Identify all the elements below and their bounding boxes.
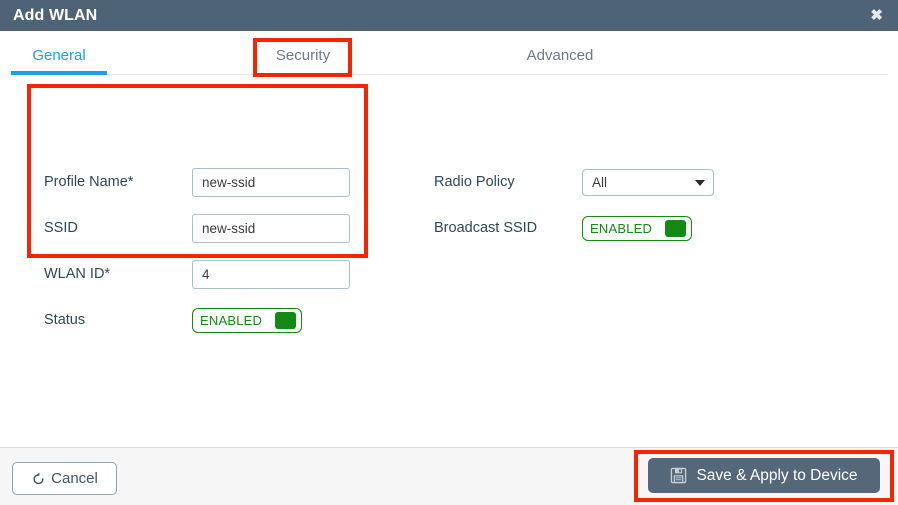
tab-advanced[interactable]: Advanced xyxy=(512,47,608,75)
broadcast-ssid-toggle[interactable]: ENABLED xyxy=(582,215,693,241)
tab-security-label: Security xyxy=(275,47,331,64)
field-row-ssid: SSID xyxy=(44,205,350,251)
status-toggle-label: ENABLED xyxy=(200,312,263,328)
undo-arrow-icon xyxy=(33,472,44,485)
dialog-title: Add WLAN xyxy=(13,6,98,24)
radio-policy-label: Radio Policy xyxy=(434,174,515,190)
status-label: Status xyxy=(44,312,86,328)
dialog-body: Profile Name* SSID WLAN ID* Status ENABL… xyxy=(0,75,898,447)
field-row-radio-policy: Radio Policy All xyxy=(434,159,714,205)
field-row-broadcast-ssid: Broadcast SSID ENABLED xyxy=(434,205,714,251)
status-toggle[interactable]: ENABLED xyxy=(192,307,303,333)
profile-name-label: Profile Name* xyxy=(44,174,134,190)
general-settings-right-column: Radio Policy All Broadcast SSID ENABLED xyxy=(434,159,714,251)
add-wlan-dialog: Add WLAN ✖ General Security Advanced Pro… xyxy=(0,0,898,505)
tab-general-label: General xyxy=(32,47,86,64)
tab-bar: General Security Advanced xyxy=(0,31,898,75)
profile-name-input[interactable] xyxy=(192,167,350,197)
cancel-button[interactable]: Cancel xyxy=(12,462,117,495)
cancel-button-label: Cancel xyxy=(51,470,98,487)
field-row-status: Status ENABLED xyxy=(44,297,350,343)
general-settings-left-column: Profile Name* SSID WLAN ID* Status ENABL… xyxy=(44,159,350,343)
radio-policy-select-wrapper: All xyxy=(582,168,714,196)
floppy-disk-save-icon xyxy=(671,467,687,484)
field-row-wlan-id: WLAN ID* xyxy=(44,251,350,297)
broadcast-ssid-label: Broadcast SSID xyxy=(434,220,538,236)
close-icon[interactable]: ✖ xyxy=(869,6,884,25)
wlan-id-label: WLAN ID* xyxy=(44,266,111,282)
dialog-titlebar: Add WLAN ✖ xyxy=(0,0,898,31)
radio-policy-select[interactable]: All xyxy=(582,168,714,196)
save-button-label: Save & Apply to Device xyxy=(696,466,858,484)
wlan-id-input[interactable] xyxy=(192,259,350,289)
field-row-profile-name: Profile Name* xyxy=(44,159,350,205)
toggle-knob-icon xyxy=(275,311,297,329)
ssid-input[interactable] xyxy=(192,213,350,243)
broadcast-ssid-toggle-label: ENABLED xyxy=(590,220,653,236)
ssid-label: SSID xyxy=(44,220,78,236)
tab-advanced-label: Advanced xyxy=(526,47,594,64)
tab-security[interactable]: Security xyxy=(255,47,351,75)
save-and-apply-button[interactable]: Save & Apply to Device xyxy=(648,458,880,493)
toggle-knob-icon xyxy=(665,219,687,237)
tab-general[interactable]: General xyxy=(11,47,107,75)
